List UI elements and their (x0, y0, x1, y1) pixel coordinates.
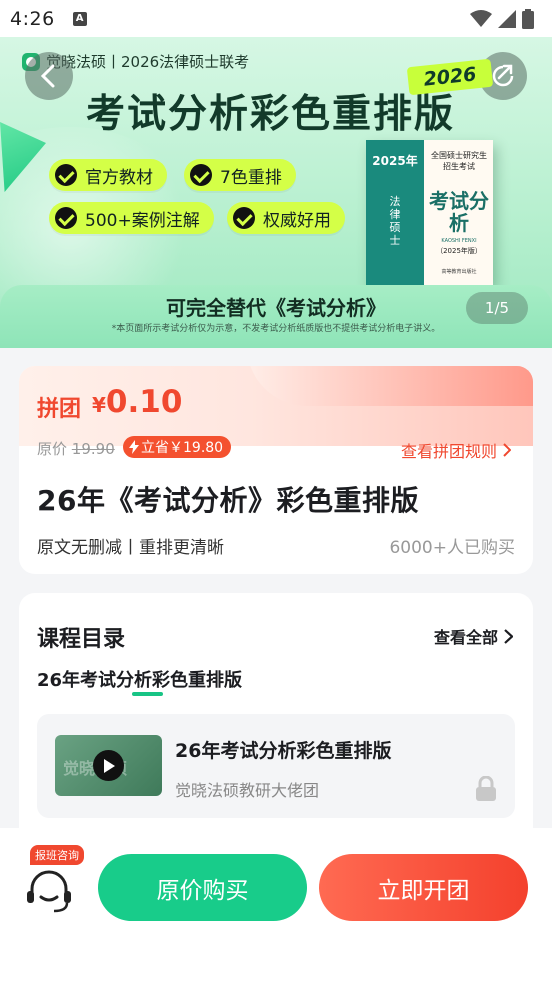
hero-banner[interactable]: 觉晓法硕丨2026法律硕士联考 考试分析彩色重排版 2026 官方教材 7色重排… (0, 37, 552, 348)
catalog-card: 课程目录 查看全部 26年考试分析彩色重排版 觉晓法硕 26年考试分析彩色重排版… (19, 593, 533, 853)
banner-headline: 考试分析彩色重排版 (86, 92, 456, 137)
consult-badge: 报班咨询 (30, 845, 84, 865)
lesson-author: 觉晓法硕教研大佬团 (175, 781, 320, 800)
group-rules-link[interactable]: 查看拼团规则 (401, 438, 511, 462)
chevron-right-icon (504, 628, 513, 644)
banner-disclaimer: *本页面所示考试分析仅为示意，不发考试分析纸质版也不提供考试分析电子讲义。 (111, 324, 441, 334)
carousel-pager: 1/5 (466, 292, 528, 324)
share-icon (492, 64, 514, 87)
consult-button[interactable]: 报班咨询 (22, 845, 86, 915)
group-buy-label: 拼团 (37, 397, 82, 422)
catalog-heading: 课程目录 (37, 627, 126, 652)
lesson-title: 26年考试分析彩色重排版 (175, 740, 392, 762)
group-price: ¥0.10 (92, 384, 183, 420)
bottom-action-bar: 报班咨询 原价购买 立即开团 (0, 828, 552, 983)
product-subtitle: 原文无删减丨重排更清晰 (37, 538, 224, 558)
original-price: 原价 19.90 (37, 440, 115, 458)
feature-tag: 权威好用 (227, 202, 345, 234)
status-bar: 4:26 A (0, 0, 552, 37)
lesson-thumbnail: 觉晓法硕 (55, 735, 162, 796)
feature-tag: 7色重排 (184, 159, 296, 191)
start-group-button[interactable]: 立即开团 (319, 854, 528, 921)
year-badge: 2026 (406, 58, 494, 96)
check-icon (233, 207, 255, 229)
check-icon (190, 164, 212, 186)
headset-icon (27, 870, 71, 913)
back-button[interactable] (25, 52, 73, 100)
sold-count: 6000+人已购买 (389, 538, 515, 558)
battery-icon (522, 8, 534, 29)
lightning-icon (129, 440, 139, 454)
tab-indicator (132, 692, 163, 696)
page: 4:26 A 觉晓法硕丨2026法律硕士联考 考试分析彩色重排版 2026 官方… (0, 0, 552, 983)
lock-icon (476, 776, 496, 801)
product-title: 26年《考试分析》彩色重排版 (37, 484, 419, 517)
chevron-right-icon (503, 443, 511, 457)
status-time: 4:26 (10, 7, 55, 30)
play-icon (93, 750, 124, 781)
signal-icon (498, 9, 516, 28)
book-cover-image: 2025年 法律硕士 全国硕士研究生招生考试 考试分析 KAOSHI FENXI… (366, 140, 493, 285)
view-all-link[interactable]: 查看全部 (434, 624, 513, 648)
feature-tag: 500+案例注解 (49, 202, 214, 234)
wifi-icon (470, 9, 492, 27)
lesson-item[interactable]: 觉晓法硕 26年考试分析彩色重排版 觉晓法硕教研大佬团 (37, 714, 515, 818)
feature-tag: 官方教材 (49, 159, 167, 191)
notification-icon: A (72, 11, 87, 26)
check-icon (55, 164, 77, 186)
catalog-tab[interactable]: 26年考试分析彩色重排版 (37, 666, 242, 692)
buy-original-button[interactable]: 原价购买 (98, 854, 307, 921)
chevron-left-icon (40, 64, 55, 88)
brand-text: 觉晓法硕丨2026法律硕士联考 (46, 53, 250, 71)
price-card: 拼团 ¥0.10 原价 19.90 立省￥19.80 查看拼团规则 26年《考试… (19, 366, 533, 574)
savings-badge: 立省￥19.80 (123, 436, 232, 458)
check-icon (55, 207, 77, 229)
